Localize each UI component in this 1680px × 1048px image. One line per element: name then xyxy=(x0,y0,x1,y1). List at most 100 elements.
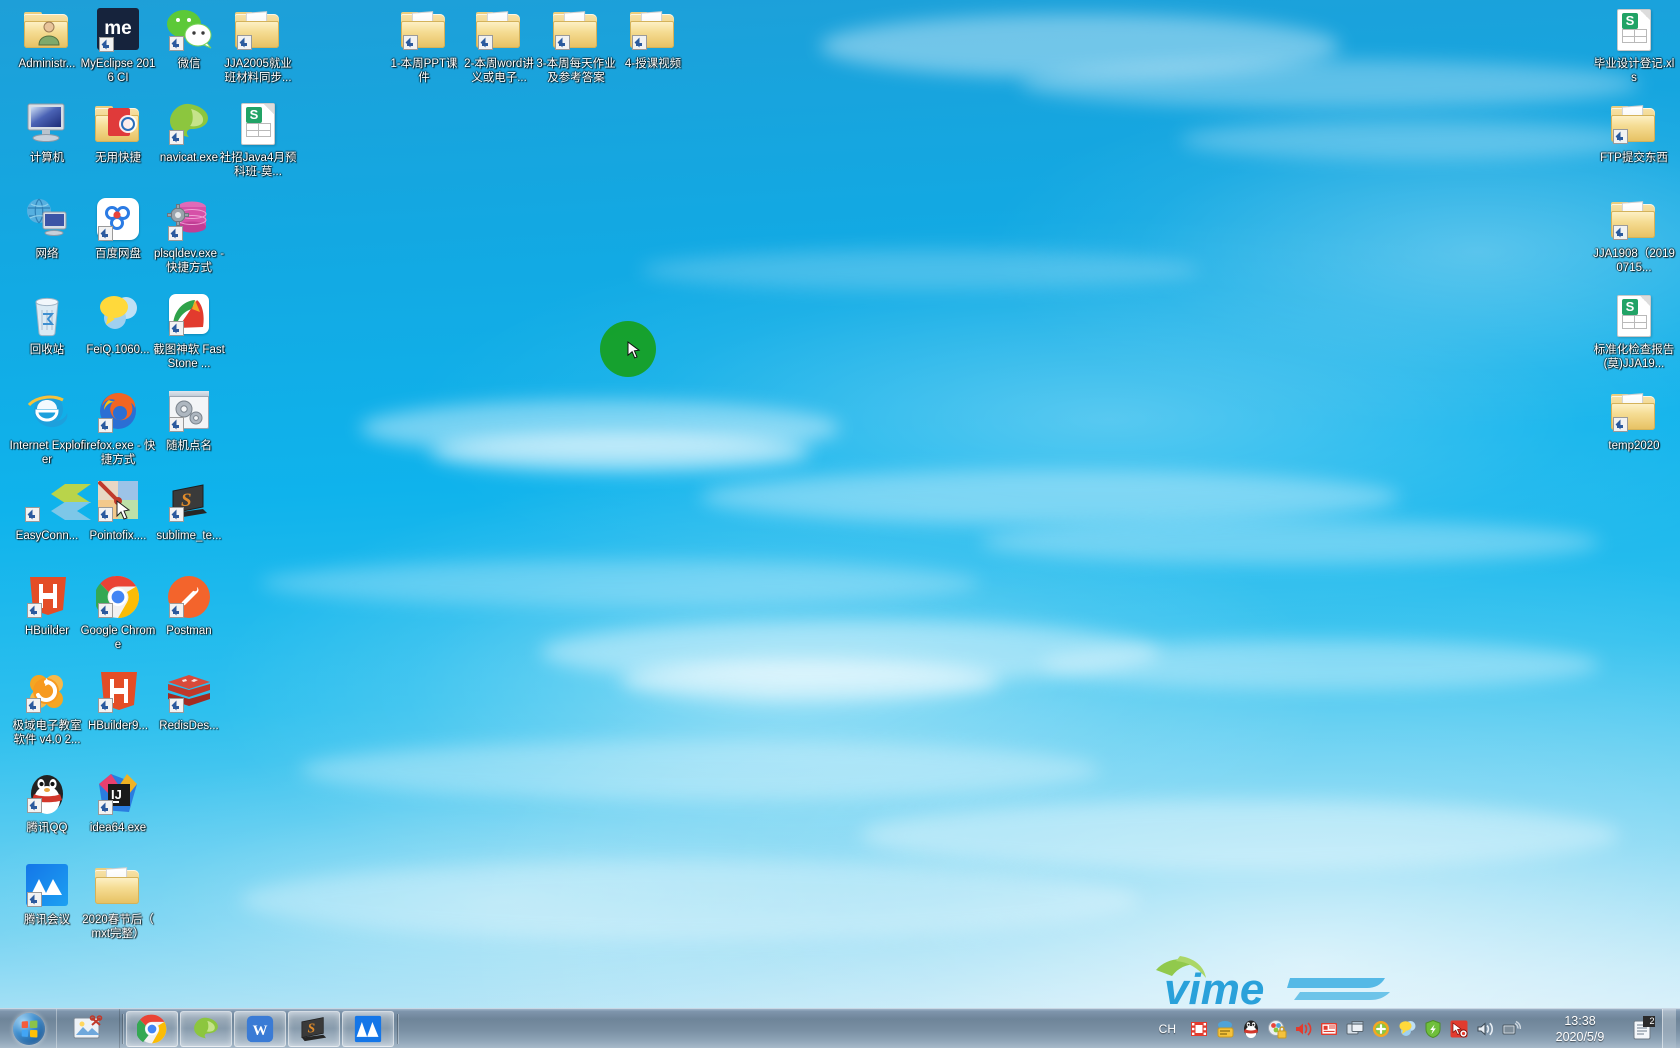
desktop-icon-lecture-videos[interactable]: 4-授课视频 xyxy=(613,6,693,72)
network-icon xyxy=(23,196,71,244)
tray-message-icon[interactable] xyxy=(1215,1019,1235,1039)
taskbar-navicat[interactable] xyxy=(180,1010,232,1047)
quick-launch-bar[interactable] xyxy=(56,1008,120,1048)
desktop-icon-tencent-qq[interactable]: 腾讯QQ xyxy=(8,770,86,836)
taskbar-sublime[interactable]: S xyxy=(288,1010,340,1047)
folder-pdf-icon xyxy=(94,100,142,148)
faststone-capture-icon xyxy=(165,292,213,340)
tray-network-icon[interactable] xyxy=(1501,1019,1522,1039)
tray-add-green-icon[interactable] xyxy=(1371,1019,1391,1039)
folder-icon xyxy=(1610,388,1658,436)
desktop-icon-navicat[interactable]: navicat.exe xyxy=(150,100,228,166)
desktop-icon-recycle-bin[interactable]: 回收站 xyxy=(8,292,86,358)
desktop-icon-tencent-meeting[interactable]: 腾讯会议 xyxy=(8,862,86,928)
desktop-icon-standard-check-report[interactable]: S 标准化检查报告(莫)JJA19... xyxy=(1593,292,1675,371)
desktop-icon-graduation-design-xls[interactable]: S 毕业设计登记.xls xyxy=(1593,6,1675,85)
desktop-icon-plsqldev[interactable]: plsqldev.exe - 快捷方式 xyxy=(150,196,228,275)
desktop-icon-google-chrome[interactable]: Google Chrome xyxy=(79,573,157,652)
shortcut-overlay-icon xyxy=(169,36,184,51)
desktop-icon-jiyu-classroom[interactable]: 极域电子教室软件 v4.0 2... xyxy=(8,668,86,747)
ime-indicator[interactable]: CH xyxy=(1159,1022,1176,1036)
cloud-streak xyxy=(260,560,980,606)
desktop-icon-hbuilder[interactable]: HBuilder xyxy=(8,573,86,639)
desktop-icon-week-ppt[interactable]: 1-本周PPT课件 xyxy=(386,6,462,85)
desktop-icon-redis-desktop[interactable]: RedisDes... xyxy=(150,668,228,734)
tray-pointofix-icon[interactable] xyxy=(1449,1019,1469,1039)
taskbar[interactable]: W S CH 13:38 2020/5/9 2 xyxy=(0,1008,1680,1048)
sublime-text-icon: S xyxy=(301,1016,327,1041)
shortcut-overlay-icon xyxy=(169,417,184,432)
desktop-icon-shezhao-java[interactable]: S 社招Java4月预科班-莫... xyxy=(219,100,297,179)
tray-speaker-icon[interactable] xyxy=(1475,1019,1495,1039)
shortcut-overlay-icon xyxy=(26,698,41,713)
cloud-streak xyxy=(1040,640,1600,690)
desktop-icon-hbuilder9[interactable]: HBuilder9... xyxy=(79,668,157,734)
desktop-icon-label: Google Chrome xyxy=(80,625,156,651)
desktop-icon-jja1908[interactable]: JJA1908（20190715... xyxy=(1593,196,1675,275)
wps-sheet-icon: S xyxy=(234,100,282,148)
desktop-icon-week-word[interactable]: 2-本周word讲义或电子... xyxy=(459,6,539,85)
system-tray[interactable]: CH 13:38 2020/5/9 2 xyxy=(1153,1008,1680,1048)
taskbar-tencent-meeting[interactable] xyxy=(342,1010,394,1047)
shortcut-overlay-icon xyxy=(478,35,493,50)
desktop-icon-label: 标准化检查报告(莫)JJA19... xyxy=(1593,344,1675,370)
desktop-icon-feiq[interactable]: FeiQ.1060... xyxy=(79,292,157,358)
shortcut-overlay-icon xyxy=(98,800,113,815)
taskbar-separator xyxy=(122,1013,123,1044)
desktop-icon-idea64[interactable]: IJ idea64.exe xyxy=(79,770,157,836)
desktop-icon-firefox[interactable]: firefox.exe - 快捷方式 xyxy=(79,388,157,467)
tray-volume-red-icon[interactable] xyxy=(1293,1019,1313,1039)
desktop[interactable]: Administr... me MyEclipse 2016 CI 微信 JJA… xyxy=(0,0,1680,1048)
desktop-icon-label: idea64.exe xyxy=(89,822,147,834)
tray-video-recorder-icon[interactable] xyxy=(1189,1019,1209,1039)
desktop-icon-faststone-capture[interactable]: 截图神软 FastStone ... xyxy=(150,292,228,371)
desktop-icon-computer[interactable]: 计算机 xyxy=(8,100,86,166)
taskbar-clock[interactable]: 13:38 2020/5/9 xyxy=(1534,1013,1626,1045)
shortcut-overlay-icon xyxy=(25,507,40,522)
desktop-icon-label: FeiQ.1060... xyxy=(86,344,150,356)
recycle-bin-icon xyxy=(23,292,71,340)
tray-shield-icon[interactable] xyxy=(1423,1019,1443,1039)
notification-badge-count: 2 xyxy=(1649,1015,1655,1026)
start-button[interactable] xyxy=(2,1010,56,1048)
sublime-text-icon: S xyxy=(165,478,213,526)
desktop-icon-random-roll-call[interactable]: 随机点名 xyxy=(150,388,228,454)
desktop-icon-network[interactable]: 网络 xyxy=(8,196,86,262)
tray-qq-icon[interactable] xyxy=(1241,1019,1261,1039)
desktop-icon-easyconnect[interactable]: EasyConn... xyxy=(8,478,91,544)
desktop-icon-wechat[interactable]: 微信 xyxy=(150,6,228,72)
desktop-icon-temp2020[interactable]: temp2020 xyxy=(1593,388,1675,454)
intellij-idea-icon: IJ xyxy=(94,770,142,818)
desktop-icon-sublime-text[interactable]: S sublime_te... xyxy=(150,478,228,544)
desktop-icon-label: Internet Explorer xyxy=(9,440,85,466)
desktop-icon-pointofix[interactable]: Pointofix.... xyxy=(79,478,157,544)
tray-security-lock-icon[interactable] xyxy=(1267,1019,1287,1039)
shortcut-overlay-icon xyxy=(99,37,114,52)
desktop-icon-administrator[interactable]: Administr... xyxy=(8,6,86,72)
desktop-icon-2020-spring-festival[interactable]: 2020春节后（ mxt完整） xyxy=(79,862,157,941)
desktop-icon-myeclipse[interactable]: me MyEclipse 2016 CI xyxy=(79,6,157,85)
notification-center-button[interactable]: 2 xyxy=(1632,1014,1658,1044)
desktop-icon-internet-explorer[interactable]: Internet Explorer xyxy=(8,388,86,467)
desktop-icon-jja2005[interactable]: JJA2005就业班材料同步... xyxy=(219,6,297,85)
desktop-icon-baidu-netdisk[interactable]: 百度网盘 xyxy=(79,196,157,262)
taskbar-chrome[interactable] xyxy=(126,1010,178,1047)
tray-feiq-icon[interactable] xyxy=(1397,1019,1417,1039)
taskbar-wps[interactable]: W xyxy=(234,1010,286,1047)
desktop-icon-week-homework[interactable]: 3-本周每天作业及参考答案 xyxy=(535,6,617,85)
desktop-icon-label: 截图神软 FastStone ... xyxy=(153,344,225,370)
desktop-icon-label: HBuilder xyxy=(24,625,70,637)
tray-windows-copy-icon[interactable] xyxy=(1345,1019,1365,1039)
clock-time: 13:38 xyxy=(1564,1013,1596,1028)
show-desktop-button[interactable] xyxy=(1662,1008,1676,1048)
folder-icon xyxy=(400,6,448,54)
shortcut-overlay-icon xyxy=(98,698,113,713)
tray-card-icon[interactable] xyxy=(1319,1019,1339,1039)
desktop-icon-label: 2-本周word讲义或电子... xyxy=(464,58,534,84)
desktop-icon-useless-shortcuts[interactable]: 无用快捷 xyxy=(79,100,157,166)
quicklaunch-show-desktop[interactable] xyxy=(62,1011,114,1047)
desktop-icon-postman[interactable]: Postman xyxy=(150,573,228,639)
desktop-icon-ftp-submit[interactable]: FTP提交东西 xyxy=(1593,100,1675,166)
desktop-picture-icon xyxy=(73,1014,103,1038)
shortcut-overlay-icon xyxy=(169,130,184,145)
